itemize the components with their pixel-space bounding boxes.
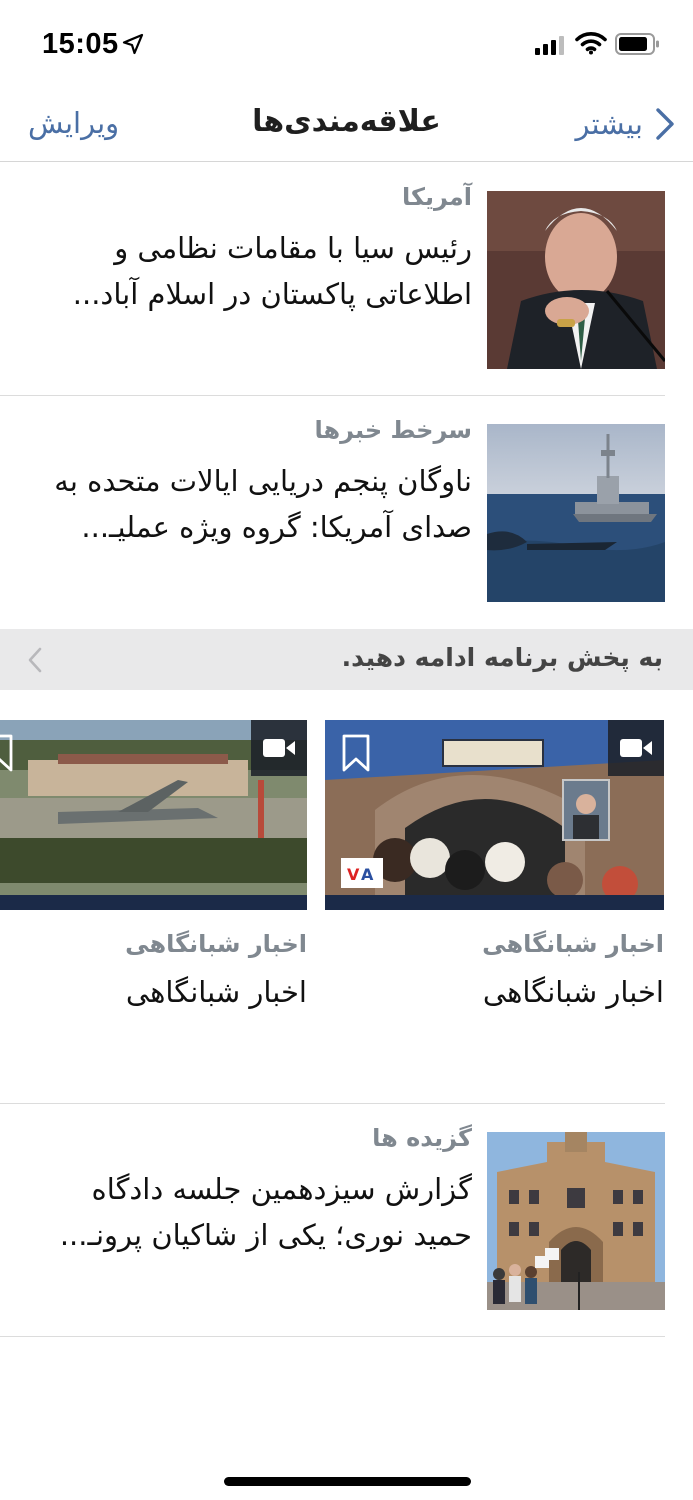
video-card[interactable]: اخبار شبانگاهی اخبار شبانگاهی xyxy=(0,720,307,1040)
video-camera-icon xyxy=(620,739,652,757)
navigation-bar: ویرایش علاقه‌مندی‌ها بیشتر xyxy=(0,90,693,162)
article-row[interactable]: گزیده ها گزارش سیزدهمین جلسه دادگاه حمید… xyxy=(0,1104,665,1337)
svg-text:V: V xyxy=(347,865,360,884)
video-camera-icon xyxy=(263,739,295,757)
video-title: اخبار شبانگاهی xyxy=(125,975,307,1009)
continue-watching-label: به پخش برنامه ادامه دهید. xyxy=(341,643,663,672)
status-bar: 15:05 xyxy=(0,0,693,90)
article-row[interactable]: آمریکا رئیس سیا با مقامات نظامی و اطلاعا… xyxy=(0,163,665,396)
battery-icon xyxy=(615,33,659,55)
chevron-right-icon xyxy=(656,108,674,140)
article-category: آمریکا xyxy=(402,183,472,211)
cellular-signal-icon xyxy=(535,36,564,55)
article-category: سرخط خبرها xyxy=(314,416,472,444)
status-time: 15:05 xyxy=(42,28,119,60)
article-category: گزیده ها xyxy=(372,1124,472,1152)
video-title: اخبار شبانگاهی xyxy=(482,975,664,1009)
wifi-icon xyxy=(575,32,607,55)
article-title: رئیس سیا با مقامات نظامی و اطلاعاتی پاکس… xyxy=(72,231,472,311)
article-thumbnail-image xyxy=(487,191,665,369)
video-badge xyxy=(251,720,307,776)
divider xyxy=(0,1336,665,1337)
bookmark-icon[interactable] xyxy=(341,734,371,772)
bookmark-icon[interactable] xyxy=(0,734,14,772)
continue-watching-bar[interactable]: به پخش برنامه ادامه دهید. xyxy=(0,629,693,690)
article-title: ناوگان پنجم دریایی ایالات متحده به صدای … xyxy=(54,464,472,544)
more-button-label: بیشتر xyxy=(575,107,643,141)
chevron-left-icon[interactable] xyxy=(27,646,43,674)
video-card[interactable]: V A اخبار شبانگاهی اخبار شبانگاهی xyxy=(325,720,664,1040)
article-title: گزارش سیزدهمین جلسه دادگاه حمید نوری؛ یک… xyxy=(59,1172,472,1252)
article-thumbnail-image xyxy=(487,1132,665,1310)
svg-text:A: A xyxy=(361,865,374,884)
home-indicator[interactable] xyxy=(224,1477,471,1486)
location-arrow-icon xyxy=(122,33,144,55)
article-thumbnail-image xyxy=(487,424,665,602)
article-row[interactable]: سرخط خبرها ناوگان پنجم دریایی ایالات متح… xyxy=(0,396,665,629)
video-category: اخبار شبانگاهی xyxy=(482,930,664,958)
more-button[interactable]: بیشتر xyxy=(576,104,675,144)
video-category: اخبار شبانگاهی xyxy=(125,930,307,958)
video-badge xyxy=(608,720,664,776)
